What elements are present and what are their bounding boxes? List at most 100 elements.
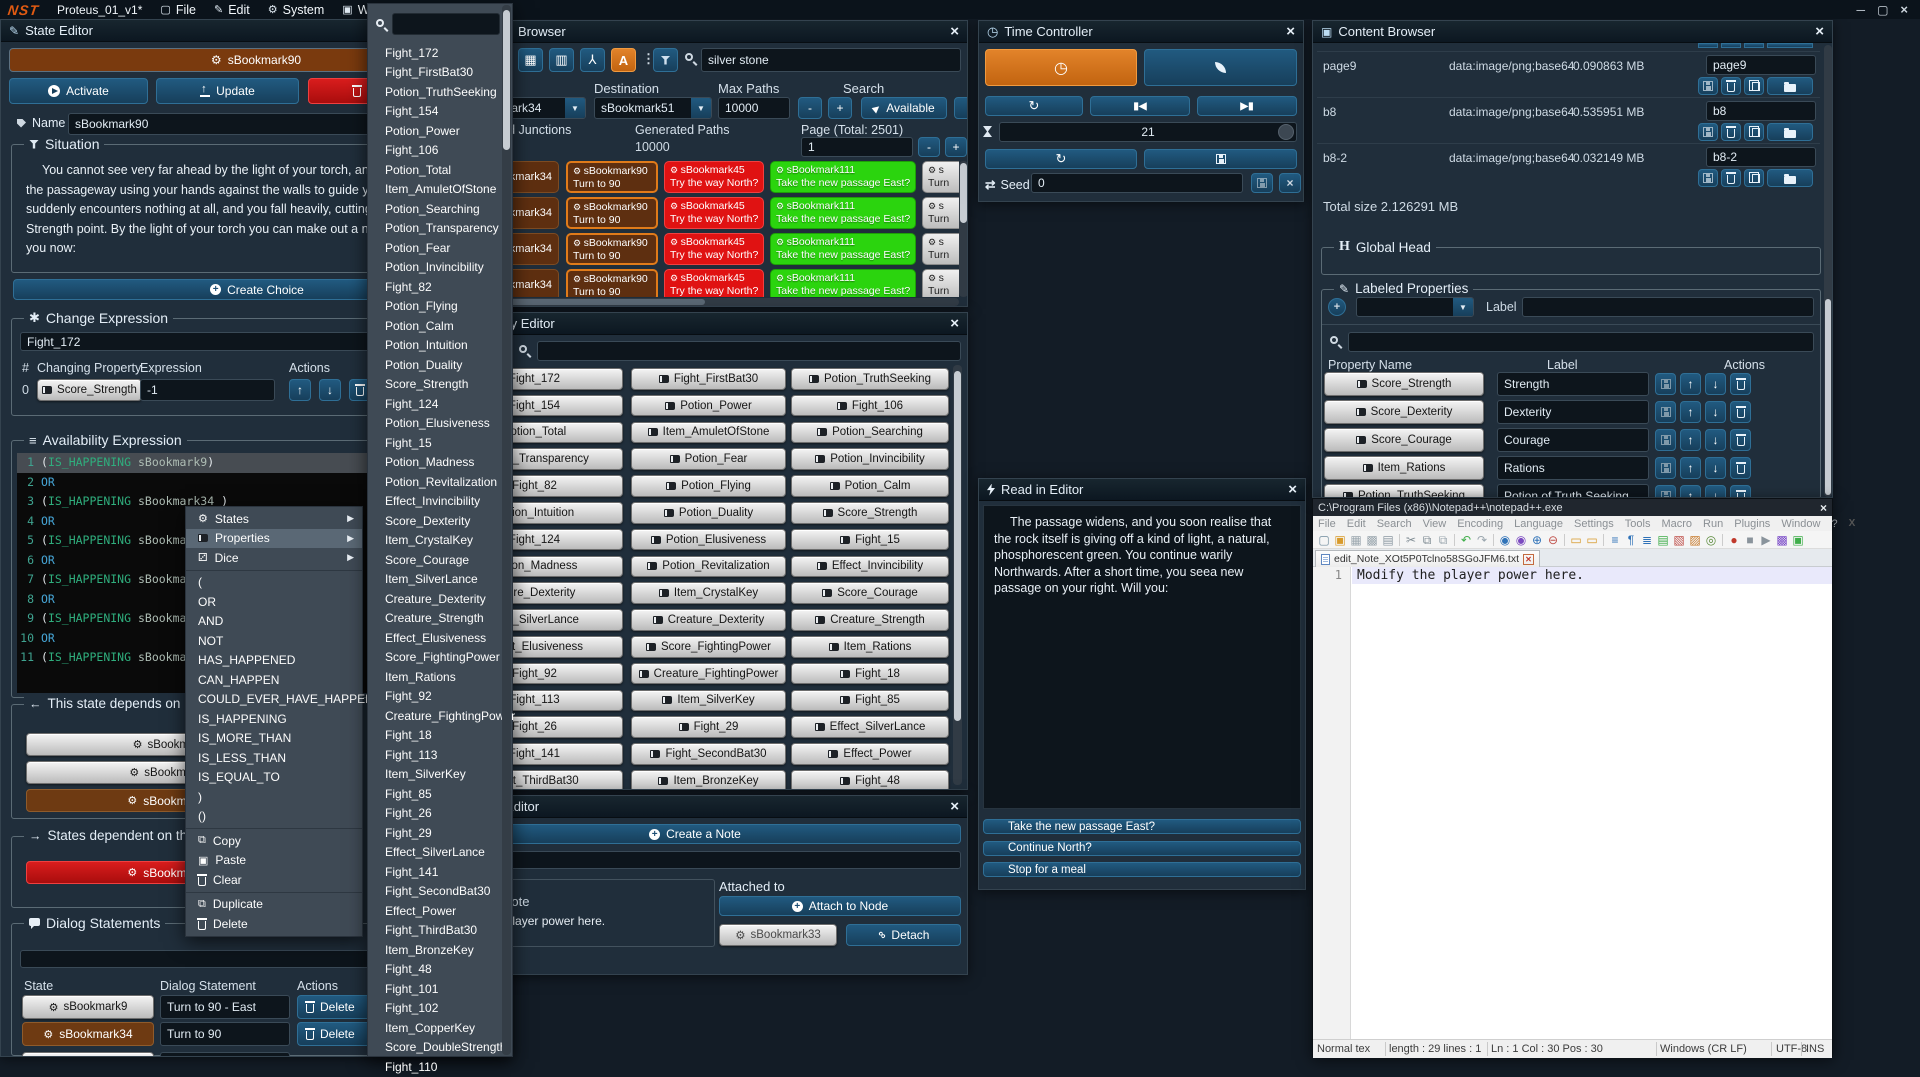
submenu-item-fight_154[interactable]: Fight_154 xyxy=(368,102,502,122)
context-menu-item-paste[interactable]: ▣Paste xyxy=(186,851,362,871)
toolbar-folder-workspace-icon[interactable]: ▨ xyxy=(1688,533,1702,547)
tab-close-icon[interactable]: ✕︎ xyxy=(1523,554,1534,565)
move-up-button[interactable]: ↑ xyxy=(1680,429,1701,451)
notepad-menu-encoding[interactable]: Encoding xyxy=(1457,518,1503,530)
close-icon[interactable]: × xyxy=(1286,24,1295,39)
context-menu-item-is-equal-to[interactable]: IS_EQUAL_TO xyxy=(186,768,362,788)
save-button[interactable] xyxy=(1655,401,1676,423)
save-button[interactable] xyxy=(1655,373,1676,395)
delete-button[interactable] xyxy=(1730,485,1751,498)
submenu-item-creature_dexterity[interactable]: Creature_Dexterity xyxy=(368,589,502,609)
toolbar-monitor-icon[interactable]: ◎ xyxy=(1704,533,1718,547)
search-available-button[interactable]: ▶Available xyxy=(861,97,947,119)
open-folder-button[interactable] xyxy=(1767,169,1813,187)
browser-vertical-scrollbar[interactable] xyxy=(959,161,968,297)
submenu-item-fight_110[interactable]: Fight_110 xyxy=(368,1057,502,1077)
submenu-item-potion_intuition[interactable]: Potion_Intuition xyxy=(368,336,502,356)
submenu-item-fight_26[interactable]: Fight_26 xyxy=(368,804,502,824)
toolbar-new-file-icon[interactable]: ▢ xyxy=(1317,533,1331,547)
content-browser-scrollbar[interactable] xyxy=(1824,45,1832,497)
property-button-potion_fear[interactable]: Potion_Fear xyxy=(631,448,786,470)
labeled-label-input[interactable]: Courage xyxy=(1497,428,1649,452)
labeled-property-button[interactable]: Potion_TruthSeeking xyxy=(1324,484,1484,498)
save-time-button[interactable] xyxy=(1144,149,1297,169)
submenu-item-item_silverkey[interactable]: Item_SilverKey xyxy=(368,765,502,785)
toolbar-undo-icon[interactable]: ↶ xyxy=(1459,533,1473,547)
save-button[interactable] xyxy=(1655,457,1676,479)
menu-file[interactable]: ▢File xyxy=(160,3,196,17)
toolbar-run-icon[interactable]: ▣ xyxy=(1791,533,1805,547)
submenu-item-fight_15[interactable]: Fight_15 xyxy=(368,433,502,453)
property-button-item_rations[interactable]: Item_Rations xyxy=(791,636,949,658)
browser-search-input[interactable]: silver stone xyxy=(701,48,961,72)
submenu-item-potion_power[interactable]: Potion_Power xyxy=(368,121,502,141)
view-paths-button[interactable]: A xyxy=(611,48,636,72)
close-icon[interactable]: × xyxy=(950,316,959,331)
submenu-scrollbar[interactable] xyxy=(502,5,511,1055)
property-button-potion_elusiveness[interactable]: Potion_Elusiveness xyxy=(631,529,786,551)
submenu-item-item_amuletofstone[interactable]: Item_AmuletOfStone xyxy=(368,180,502,200)
property-button-fight_29[interactable]: Fight_29 xyxy=(631,716,786,738)
submenu-item-score_fightingpower[interactable]: Score_FightingPower xyxy=(368,648,502,668)
property-button-potion_searching[interactable]: Potion_Searching xyxy=(791,422,949,444)
submenu-item-potion_elusiveness[interactable]: Potion_Elusiveness xyxy=(368,414,502,434)
content-rename-input[interactable]: b8 xyxy=(1706,101,1816,121)
submenu-item-score_courage[interactable]: Score_Courage xyxy=(368,550,502,570)
context-menu-item-not[interactable]: NOT xyxy=(186,631,362,651)
save-button[interactable] xyxy=(1698,77,1718,95)
labeled-label-input[interactable]: Potion of Truth Seeking xyxy=(1497,484,1649,498)
submenu-item-potion_invincibility[interactable]: Potion_Invincibility xyxy=(368,258,502,278)
property-button-potion_flying[interactable]: Potion_Flying xyxy=(631,475,786,497)
submenu-item-fight_secondbat30[interactable]: Fight_SecondBat30 xyxy=(368,882,502,902)
skip-to-start-button[interactable]: ▮◀ xyxy=(1090,96,1190,116)
toolbar-doc-map-icon[interactable]: ▤ xyxy=(1656,533,1670,547)
view-table-button[interactable]: ▥ xyxy=(549,48,574,72)
submenu-item-fight_firstbat30[interactable]: Fight_FirstBat30 xyxy=(368,63,502,83)
save-seed-button[interactable] xyxy=(1251,173,1273,193)
delete-button[interactable] xyxy=(1730,429,1751,451)
save-button[interactable] xyxy=(1655,485,1676,498)
open-folder-button[interactable] xyxy=(1767,123,1813,141)
property-button-creature_strength[interactable]: Creature_Strength xyxy=(791,609,949,631)
submenu-item-item_crystalkey[interactable]: Item_CrystalKey xyxy=(368,531,502,551)
labeled-property-dropdown[interactable]: ▼ xyxy=(1356,297,1474,317)
max-paths-input[interactable]: 10000 xyxy=(718,97,790,119)
property-button-creature_fightingpower[interactable]: Creature_FightingPower xyxy=(631,663,786,685)
save-button[interactable] xyxy=(1698,169,1718,187)
window-minimize-button[interactable]: ─ xyxy=(1857,3,1866,17)
submenu-item-effect_silverlance[interactable]: Effect_SilverLance xyxy=(368,843,502,863)
toolbar-zoom-out-icon[interactable]: ⊖ xyxy=(1546,533,1560,547)
delete-button[interactable] xyxy=(1721,169,1741,187)
notepad-menu-edit[interactable]: Edit xyxy=(1347,518,1366,530)
submenu-item-item_copperkey[interactable]: Item_CopperKey xyxy=(368,1018,502,1038)
property-button-item_bronzekey[interactable]: Item_BronzeKey xyxy=(631,770,786,790)
property-button-item_amuletofstone[interactable]: Item_AmuletOfStone xyxy=(631,422,786,444)
context-menu-item-dice[interactable]: ⚂Dice▶ xyxy=(186,548,362,568)
notepad-menu-run[interactable]: Run xyxy=(1703,518,1723,530)
context-menu-item-is-happening[interactable]: IS_HAPPENING xyxy=(186,709,362,729)
labeled-search-input[interactable] xyxy=(1348,332,1814,352)
notepad-title-bar[interactable]: C:\Program Files (x86)\Notepad++\notepad… xyxy=(1313,499,1832,516)
move-down-button[interactable]: ↓ xyxy=(319,379,341,401)
notepad-menu-window[interactable]: Window xyxy=(1781,518,1820,530)
property-button-score_strength[interactable]: Score_Strength xyxy=(791,502,949,524)
move-down-button[interactable]: ↓ xyxy=(1705,401,1726,423)
context-menu-item-clear[interactable]: Clear xyxy=(186,870,362,890)
path-node-red[interactable]: ⚙ sBookmark45Try the way North? xyxy=(664,197,764,229)
menu-edit[interactable]: ✎Edit xyxy=(214,3,250,17)
submenu-item-potion_duality[interactable]: Potion_Duality xyxy=(368,355,502,375)
context-menu-item--[interactable]: () xyxy=(186,807,362,827)
property-button-potion_calm[interactable]: Potion_Calm xyxy=(791,475,949,497)
toolbar-copy-icon[interactable]: ⧉ xyxy=(1420,533,1434,547)
max-paths-decrement-button[interactable]: - xyxy=(798,97,822,119)
property-button-potion_revitalization[interactable]: Potion_Revitalization xyxy=(631,556,786,578)
path-node-red[interactable]: ⚙ sBookmark45Try the way North? xyxy=(664,269,764,297)
delete-button[interactable] xyxy=(1730,401,1751,423)
submenu-item-fight_29[interactable]: Fight_29 xyxy=(368,823,502,843)
window-close-button[interactable]: × xyxy=(1900,2,1908,17)
max-paths-increment-button[interactable]: + xyxy=(828,97,852,119)
choice-button[interactable]: Take the new passage East? xyxy=(983,819,1301,834)
path-node-selected[interactable]: ⚙ sBookmark90Turn to 90 xyxy=(566,233,658,265)
toolbar-redo-icon[interactable]: ↷ xyxy=(1475,533,1489,547)
submenu-item-item_rations[interactable]: Item_Rations xyxy=(368,667,502,687)
